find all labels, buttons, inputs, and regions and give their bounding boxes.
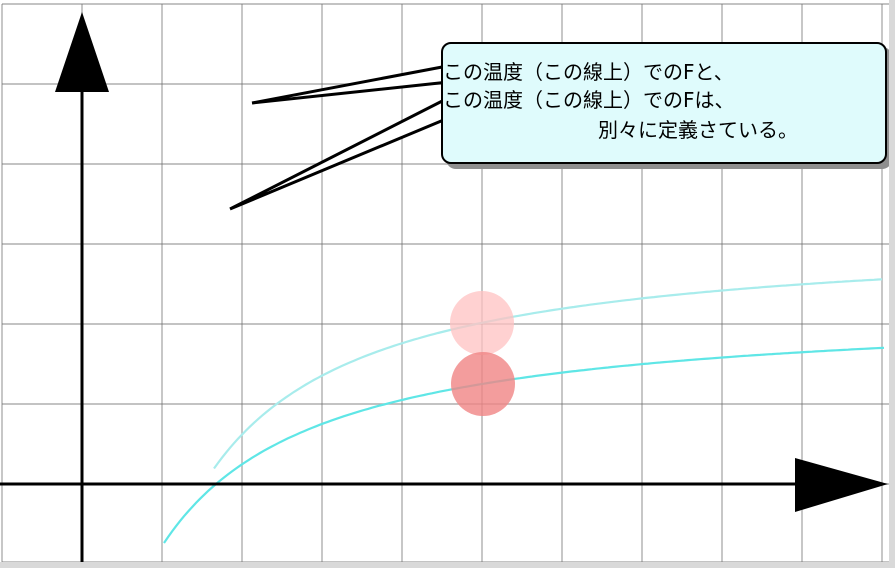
frame-bottom-edge	[0, 562, 895, 568]
point-lower	[451, 352, 515, 416]
callout-line-3: 別々に定義さている。	[598, 118, 798, 142]
callout-leader-lower	[229, 91, 460, 211]
triangle-up-icon	[55, 12, 109, 92]
callout-line-1: この温度（この線上）でのFと、	[443, 60, 734, 84]
frame-right-edge	[889, 0, 895, 568]
isotherm-curve-lower	[163, 346, 885, 544]
point-upper	[450, 291, 514, 355]
callout-line-2: この温度（この線上）でのFは、	[443, 88, 735, 112]
triangle-right-icon	[795, 458, 888, 512]
